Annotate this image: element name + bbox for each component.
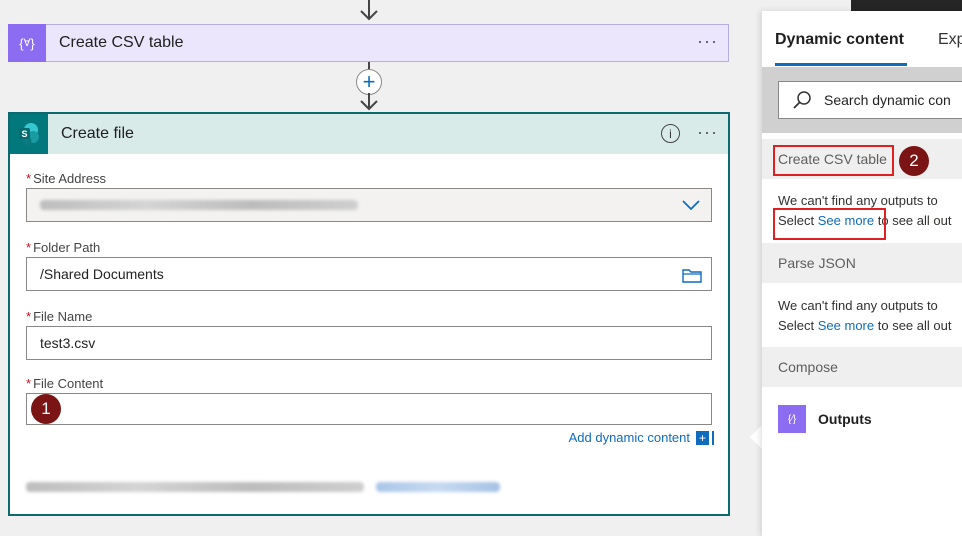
search-band: Search dynamic con: [762, 67, 962, 133]
dynamic-content-panel: Dynamic content Exp Search dynamic con C…: [762, 11, 962, 536]
search-placeholder: Search dynamic con: [824, 92, 951, 108]
info-icon[interactable]: i: [661, 124, 680, 143]
file-name-input[interactable]: test3.csv: [26, 326, 712, 360]
highlight-create-csv-table: [773, 145, 894, 176]
connector-arrow-icon: [360, 93, 378, 111]
insert-step-button[interactable]: +: [356, 69, 382, 95]
section-compose[interactable]: Compose: [762, 347, 962, 387]
csv-card-title: Create CSV table: [59, 34, 184, 51]
active-tab-underline: [775, 63, 907, 66]
folder-icon[interactable]: [682, 267, 702, 283]
folder-path-label: * Folder Path: [26, 240, 101, 255]
sharepoint-icon: S: [10, 114, 48, 154]
folder-path-value: /Shared Documents: [40, 266, 164, 282]
section-parse-json[interactable]: Parse JSON: [762, 243, 962, 283]
more-options-button[interactable]: ···: [697, 122, 718, 143]
create-file-header[interactable]: S Create file i ···: [10, 114, 728, 154]
svg-text:S: S: [21, 129, 27, 139]
more-options-button[interactable]: ···: [697, 31, 718, 52]
see-more-link[interactable]: See more: [818, 318, 874, 333]
create-file-title: Create file: [61, 125, 134, 142]
site-address-dropdown[interactable]: [26, 188, 712, 222]
search-icon: [793, 91, 811, 109]
step-badge-2: 2: [899, 146, 929, 176]
create-file-card: S Create file i ··· * Site Address * Folde…: [8, 112, 730, 516]
connector-arrow-icon: [360, 0, 378, 21]
panel-tabs: Dynamic content Exp: [762, 11, 962, 67]
section-message: We can't find any outputs to Select See …: [778, 298, 952, 333]
outputs-label: Outputs: [818, 411, 872, 427]
create-csv-table-card[interactable]: {∀} Create CSV table ···: [8, 24, 729, 62]
file-content-input[interactable]: [26, 393, 712, 425]
file-name-label: * File Name: [26, 309, 93, 324]
site-address-label: * Site Address: [26, 171, 107, 186]
highlight-see-more: [773, 208, 886, 240]
plus-icon: +: [362, 69, 376, 94]
add-plus-icon: +: [696, 430, 712, 445]
compose-outputs-item[interactable]: {∕} Outputs: [778, 405, 872, 433]
file-content-label: * File Content: [26, 376, 104, 391]
add-dynamic-content-label: Add dynamic content: [568, 430, 690, 445]
add-dynamic-content-link[interactable]: Add dynamic content +: [569, 430, 712, 445]
braces-icon: {∕}: [778, 405, 806, 433]
folder-path-input[interactable]: /Shared Documents: [26, 257, 712, 291]
top-bar-strip: [851, 0, 962, 11]
tab-expression[interactable]: Exp: [938, 31, 962, 49]
connection-info-redacted: [26, 478, 501, 496]
tab-dynamic-content[interactable]: Dynamic content: [775, 31, 904, 49]
file-name-value: test3.csv: [40, 335, 96, 351]
chevron-down-icon: [682, 200, 700, 211]
search-dynamic-content-input[interactable]: Search dynamic con: [778, 81, 962, 119]
braces-icon: {∀}: [8, 24, 46, 62]
step-badge-1: 1: [31, 394, 61, 424]
site-address-value-redacted: [40, 200, 358, 210]
required-mark: *: [26, 171, 32, 186]
